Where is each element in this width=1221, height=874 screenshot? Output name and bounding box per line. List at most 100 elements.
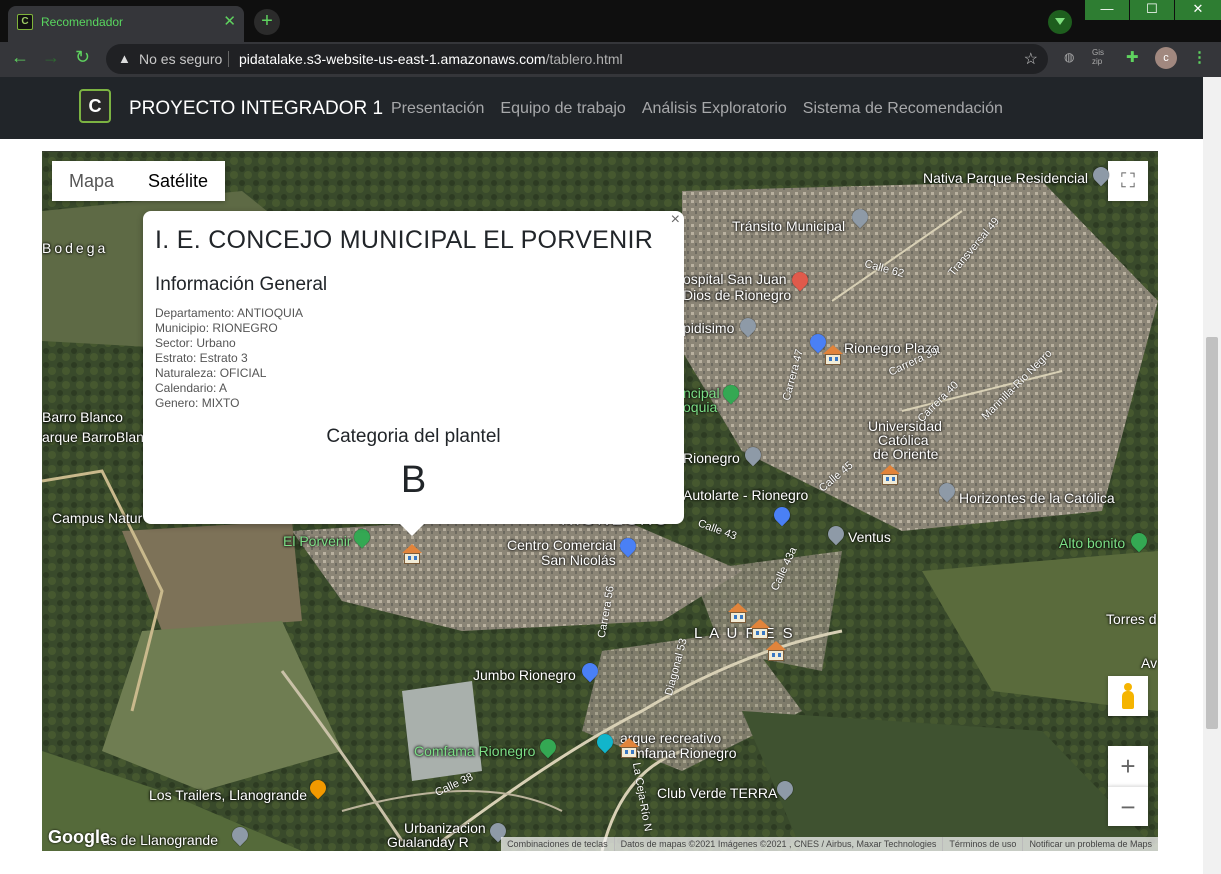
map-label-pidisimo: pidisimo — [683, 320, 735, 336]
map-footer-data: Datos de mapas ©2021 Imágenes ©2021 , CN… — [613, 837, 943, 851]
tab-title: Recomendador — [41, 15, 124, 29]
popup-close-icon[interactable]: × — [671, 211, 680, 229]
puzzle-extensions-icon[interactable]: ✚ — [1126, 48, 1139, 66]
school-window — [734, 615, 737, 619]
favicon-icon: C — [17, 14, 33, 30]
school-wall — [621, 747, 637, 758]
school-marker-icon[interactable] — [749, 618, 771, 640]
url-host: pidatalake.s3-website-us-east-1.amazonaw… — [239, 51, 546, 67]
school-roof — [750, 619, 770, 628]
reload-icon[interactable]: ↻ — [75, 47, 90, 68]
school-roof — [880, 465, 900, 474]
school-roof — [728, 603, 748, 612]
warning-icon: ▲ — [118, 51, 131, 66]
browser-chrome: C Recomendador ✕ + — ☐ ✕ ← → ↻ ▲ No es s… — [0, 0, 1221, 77]
minimize-button[interactable]: — — [1085, 0, 1129, 20]
map-footer-shortcuts[interactable]: Combinaciones de teclas — [501, 837, 614, 851]
school-roof — [619, 738, 639, 747]
maximize-button[interactable]: ☐ — [1130, 0, 1174, 20]
school-wall — [752, 628, 768, 639]
map-footer-terms[interactable]: Términos de uso — [942, 837, 1022, 851]
browser-menu-icon[interactable]: ⋮ — [1192, 48, 1207, 66]
school-marker-icon[interactable] — [727, 602, 749, 624]
school-window — [829, 357, 832, 361]
info-municipio: Municipio: RIONEGRO — [155, 321, 278, 335]
extension-shield-icon[interactable]: ◍ — [1064, 50, 1074, 64]
map-label-horizontes: Horizontes de la Católica — [959, 490, 1115, 506]
map-label-parque-barro: arque BarroBlanc — [42, 429, 151, 445]
school-marker-icon[interactable] — [401, 543, 423, 565]
forward-arrow-icon[interactable]: → — [42, 47, 60, 68]
popup-title: I. E. CONCEJO MUNICIPAL EL PORVENIR — [155, 226, 654, 254]
map-label-llanogrande: as de Llanogrande — [102, 832, 218, 848]
school-marker-icon[interactable] — [822, 344, 844, 366]
close-window-button[interactable]: ✕ — [1175, 0, 1221, 20]
school-wall — [730, 612, 746, 623]
map-footer-report[interactable]: Notificar un problema de Maps — [1022, 837, 1158, 851]
nav-link-analisis[interactable]: Análisis Exploratorio — [642, 100, 787, 118]
browser-toolbar: ← → ↻ ▲ No es seguro pidatalake.s3-websi… — [0, 42, 1221, 77]
map-label-av: Av — [1141, 655, 1158, 671]
map-type-toggle: Mapa Satélite — [52, 161, 226, 201]
map-label-el-porvenir: El Porvenir — [283, 533, 352, 549]
school-marker-icon[interactable] — [618, 737, 640, 759]
map-type-mapa-button[interactable]: Mapa — [52, 161, 131, 201]
map-label-bodega: Bodega — [42, 240, 109, 256]
profile-avatar[interactable]: c — [1155, 47, 1177, 69]
brand-title[interactable]: PROYECTO INTEGRADOR 1 — [129, 98, 383, 120]
scrollbar-thumb[interactable] — [1206, 337, 1218, 729]
school-info-popup: × I. E. CONCEJO MUNICIPAL EL PORVENIR In… — [143, 211, 684, 536]
info-naturaleza: Naturaleza: OFICIAL — [155, 366, 267, 380]
url-path: /tablero.html — [545, 51, 623, 67]
school-wall — [404, 553, 420, 564]
zoom-out-button[interactable]: − — [1108, 786, 1148, 826]
address-separator — [228, 51, 229, 67]
zoom-in-button[interactable]: + — [1108, 746, 1148, 786]
school-wall — [768, 650, 784, 661]
gis-zip-extension-icon[interactable]: Gis zip — [1092, 48, 1112, 66]
google-logo: Google — [48, 827, 110, 847]
nav-link-equipo[interactable]: Equipo de trabajo — [500, 100, 625, 118]
info-sector: Sector: Urbano — [155, 336, 236, 350]
map-label-centro: Centro Comercial — [507, 537, 616, 553]
category-label: Categoria del plantel — [326, 426, 501, 447]
download-extension-icon[interactable] — [1048, 10, 1072, 34]
new-tab-button[interactable]: + — [254, 9, 280, 35]
school-window — [892, 477, 895, 481]
school-window — [756, 631, 759, 635]
map-footer: Combinaciones de teclas Datos de mapas ©… — [501, 837, 1158, 851]
school-marker-icon[interactable] — [879, 464, 901, 486]
back-arrow-icon[interactable]: ← — [11, 47, 29, 68]
bookmark-star-icon[interactable]: ☆ — [1024, 49, 1038, 69]
info-departamento: Departamento: ANTIOQUIA — [155, 306, 304, 320]
map-label-transito: Tránsito Municipal — [732, 218, 846, 234]
map-label-municipal-2: oquia — [683, 399, 718, 415]
school-wall — [825, 354, 841, 365]
page-scrollbar[interactable] — [1203, 77, 1221, 874]
school-window — [740, 615, 743, 619]
street-view-pegman-icon[interactable] — [1108, 676, 1148, 716]
school-wall — [882, 474, 898, 485]
nav-links: Presentación Equipo de trabajo Análisis … — [391, 100, 1003, 118]
school-window — [772, 653, 775, 657]
school-window — [762, 631, 765, 635]
address-bar[interactable]: ▲ No es seguro pidatalake.s3-website-us-… — [106, 44, 1048, 74]
browser-tab[interactable]: C Recomendador ✕ — [8, 6, 244, 42]
pegman-head — [1124, 683, 1132, 691]
map-label-ventus: Ventus — [848, 529, 891, 545]
map-label-jumbo: Jumbo Rionegro — [473, 667, 576, 683]
school-marker-icon[interactable] — [765, 640, 787, 662]
tab-close-icon[interactable]: ✕ — [223, 12, 236, 30]
info-genero: Genero: MIXTO — [155, 396, 240, 410]
map-type-satelite-button[interactable]: Satélite — [131, 161, 225, 201]
nav-link-presentacion[interactable]: Presentación — [391, 100, 484, 118]
fullscreen-icon[interactable]: ⛶ — [1108, 161, 1148, 201]
map-label-universidad-3: de Oriente — [873, 446, 939, 462]
school-roof — [402, 544, 422, 553]
map-label-torres: Torres d — [1106, 611, 1157, 627]
map-label-comfama: Comfama Rionegro — [414, 743, 536, 759]
map-label-barro-blanco: Barro Blanco — [42, 409, 123, 425]
brand-logo[interactable]: C — [79, 89, 111, 123]
nav-link-sistema[interactable]: Sistema de Recomendación — [803, 100, 1003, 118]
map-label-rionegro: Rionegro — [683, 450, 740, 466]
